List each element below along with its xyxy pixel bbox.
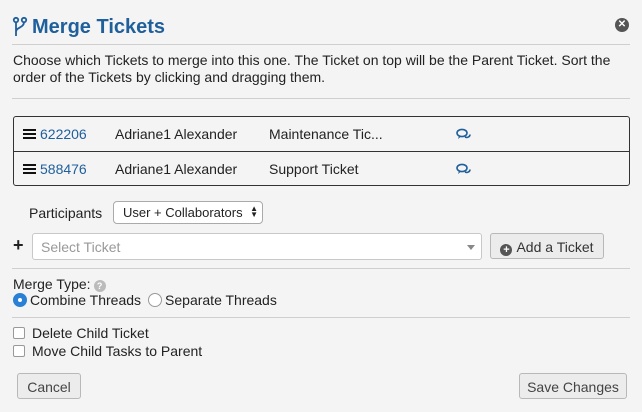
dialog-header: Merge Tickets (12, 12, 165, 42)
separate-threads-label[interactable]: Separate Threads (165, 292, 277, 308)
delete-child-checkbox[interactable] (13, 327, 25, 339)
close-icon[interactable]: ✕ (615, 18, 629, 32)
add-circle-icon: + (500, 244, 513, 256)
delete-child-label[interactable]: Delete Child Ticket (32, 325, 149, 341)
help-icon[interactable]: ? (93, 280, 106, 292)
ticket-subject: Maintenance Tic... (269, 126, 383, 142)
add-ticket-label: Add a Ticket (516, 239, 594, 255)
divider (12, 98, 630, 99)
cancel-button[interactable]: Cancel (17, 373, 81, 399)
move-tasks-checkbox[interactable] (13, 345, 25, 357)
ticket-id-link[interactable]: 622206 (40, 126, 87, 142)
combine-threads-radio[interactable] (13, 293, 27, 307)
dialog-title: Merge Tickets (32, 15, 166, 38)
comments-icon[interactable] (456, 128, 472, 140)
participants-value: User + Collaborators (123, 205, 243, 220)
separate-threads-radio[interactable] (148, 293, 163, 307)
select-ticket-dropdown[interactable]: Select Ticket (32, 233, 482, 260)
branch-icon (12, 16, 28, 36)
move-tasks-option[interactable]: Move Child Tasks to Parent (13, 343, 202, 359)
merge-type-options: Combine Threads Separate Threads (13, 292, 277, 308)
chevron-down-icon (467, 245, 475, 250)
participants-select[interactable]: User + Collaborators ▲ ▼ (113, 201, 263, 224)
select-arrows-icon: ▲ ▼ (250, 204, 258, 219)
plus-icon: + (13, 235, 24, 255)
move-tasks-label[interactable]: Move Child Tasks to Parent (32, 343, 202, 359)
ticket-id-link[interactable]: 588476 (40, 161, 87, 177)
divider (12, 317, 630, 318)
select-ticket-placeholder: Select Ticket (41, 239, 121, 255)
delete-child-option[interactable]: Delete Child Ticket (13, 325, 149, 341)
ticket-requester: Adriane1 Alexander (115, 126, 238, 142)
description-text: Choose which Tickets to merge into this … (13, 52, 611, 85)
save-changes-button[interactable]: Save Changes (519, 373, 627, 399)
merge-type-label: Merge Type:? (13, 276, 106, 292)
ticket-requester: Adriane1 Alexander (115, 160, 238, 177)
divider (12, 268, 630, 269)
comments-icon[interactable] (456, 163, 472, 175)
drag-handle-icon[interactable] (23, 129, 36, 139)
combine-threads-label[interactable]: Combine Threads (30, 292, 141, 308)
participants-label: Participants (29, 205, 103, 221)
ticket-subject: Support Ticket (269, 160, 359, 177)
add-ticket-button[interactable]: + Add a Ticket (490, 233, 604, 259)
drag-handle-icon[interactable] (23, 163, 36, 174)
table-row[interactable]: 588476 Adriane1 Alexander Support Ticket (14, 151, 629, 185)
table-row[interactable]: 622206 Adriane1 Alexander Maintenance Ti… (14, 117, 629, 151)
tickets-list: 622206 Adriane1 Alexander Maintenance Ti… (13, 116, 630, 186)
divider (12, 44, 630, 45)
